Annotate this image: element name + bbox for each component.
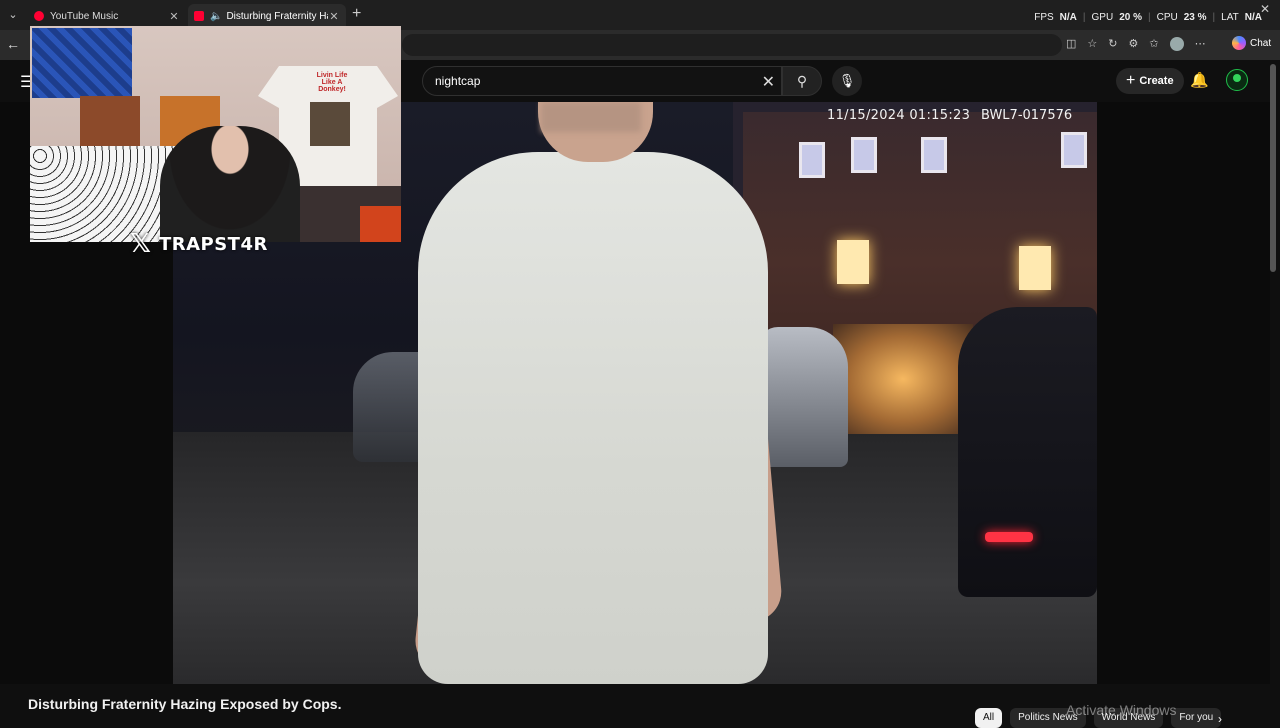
taillight bbox=[985, 532, 1033, 542]
copilot-chat-button[interactable]: Chat bbox=[1232, 36, 1271, 50]
search-box[interactable]: ✕ bbox=[422, 66, 782, 96]
video-title: Disturbing Fraternity Hazing Exposed by … bbox=[28, 696, 342, 712]
fps-label: FPS bbox=[1034, 12, 1054, 23]
extensions-icon[interactable]: ⚙ bbox=[1129, 37, 1139, 51]
divider: | bbox=[1148, 12, 1151, 23]
blurred-face bbox=[541, 102, 641, 132]
create-label: Create bbox=[1139, 75, 1174, 87]
bodycam-timestamp: 11/15/2024 01:15:23 bbox=[827, 108, 971, 123]
lat-label: LAT bbox=[1221, 12, 1239, 23]
search-button[interactable]: ⚲ bbox=[782, 66, 822, 96]
copilot-icon bbox=[1232, 36, 1246, 50]
dormer-window bbox=[851, 137, 877, 173]
search-icon: ⚲ bbox=[796, 73, 808, 89]
divider: | bbox=[1082, 12, 1086, 23]
toolbar-icons: ◫ ☆ ↻ ⚙ ✩ ⋯ bbox=[1066, 37, 1206, 51]
gpu-label: GPU bbox=[1091, 12, 1114, 23]
red-box bbox=[360, 206, 401, 242]
voice-search-button[interactable]: 🎙 bbox=[832, 66, 862, 96]
lit-porch bbox=[833, 324, 973, 434]
streamer bbox=[160, 126, 300, 242]
address-bar[interactable] bbox=[402, 34, 1062, 56]
close-tab-icon[interactable]: ✕ bbox=[328, 10, 340, 23]
back-arrow-icon[interactable]: ← bbox=[6, 36, 20, 52]
lit-window bbox=[1019, 246, 1051, 290]
tab-list-chevron-icon[interactable]: ⌄ bbox=[4, 6, 22, 24]
video-info-area: Disturbing Fraternity Hazing Exposed by … bbox=[0, 684, 1280, 728]
clear-search-icon[interactable]: ✕ bbox=[762, 72, 775, 92]
cpu-label: CPU bbox=[1156, 12, 1178, 23]
parked-car bbox=[758, 327, 848, 467]
chat-label: Chat bbox=[1250, 37, 1272, 49]
more-options-icon[interactable]: ⋯ bbox=[1195, 37, 1206, 51]
bodycam-id: BWL7-017576 bbox=[981, 108, 1073, 123]
split-screen-icon[interactable]: ◫ bbox=[1066, 37, 1076, 51]
youtube-music-favicon-icon bbox=[34, 11, 44, 21]
tab-title: YouTube Music bbox=[50, 10, 119, 22]
performance-overlay: FPS N/A | GPU 20 % | CPU 23 % | LAT N/A bbox=[1034, 12, 1262, 23]
page-scrollbar[interactable] bbox=[1270, 64, 1276, 272]
refresh-icon[interactable]: ↻ bbox=[1108, 37, 1117, 51]
tshirt-text: Livin Life Like A Donkey! bbox=[316, 72, 348, 93]
activate-windows-watermark: Activate Windows bbox=[1066, 702, 1177, 718]
chip-for-you[interactable]: For you bbox=[1171, 708, 1222, 728]
chevron-right-icon[interactable]: › bbox=[1218, 712, 1222, 726]
tshirt-print bbox=[310, 102, 350, 146]
dormer-window bbox=[921, 137, 947, 173]
new-tab-button[interactable]: + bbox=[352, 5, 361, 23]
close-tab-icon[interactable]: ✕ bbox=[168, 10, 180, 23]
chip-all[interactable]: All bbox=[975, 708, 1003, 728]
tab-youtube-music[interactable]: YouTube Music ✕ bbox=[28, 4, 186, 28]
profile-avatar-icon[interactable] bbox=[1169, 37, 1184, 51]
search-input[interactable] bbox=[435, 74, 755, 88]
notifications-bell-icon[interactable]: 🔔 bbox=[1190, 71, 1209, 89]
microphone-icon: 🎙 bbox=[838, 73, 856, 88]
speaker-icon[interactable]: 🔈 bbox=[210, 11, 222, 22]
person-white-shirt bbox=[418, 152, 768, 684]
social-handle: TRAPST4R bbox=[158, 233, 268, 255]
social-handle-badge: 𝕏 TRAPST4R bbox=[130, 229, 268, 259]
dark-suv bbox=[958, 307, 1097, 597]
channel-avatar[interactable] bbox=[1226, 69, 1248, 91]
gpu-value: 20 bbox=[1119, 12, 1131, 23]
youtube-favicon-icon bbox=[194, 11, 204, 21]
dormer-window bbox=[1061, 132, 1087, 168]
gpu-percent: % bbox=[1133, 12, 1142, 23]
x-logo-icon: 𝕏 bbox=[130, 229, 151, 259]
wall-poster bbox=[32, 28, 132, 98]
create-button[interactable]: + Create bbox=[1116, 68, 1184, 94]
fps-value: N/A bbox=[1059, 12, 1077, 23]
cpu-value: 23 bbox=[1183, 12, 1195, 23]
cpu-percent: % bbox=[1197, 12, 1207, 23]
favorite-star-icon[interactable]: ☆ bbox=[1087, 37, 1097, 51]
favorites-icon[interactable]: ✩ bbox=[1149, 37, 1158, 51]
tab-video[interactable]: 🔈 Disturbing Fraternity Hazing E ✕ bbox=[188, 4, 346, 28]
tab-title: Disturbing Fraternity Hazing E bbox=[226, 10, 328, 22]
streamer-webcam: Livin Life Like A Donkey! bbox=[30, 26, 401, 242]
window-close-icon[interactable]: ✕ bbox=[1260, 2, 1270, 16]
lit-window bbox=[837, 240, 869, 284]
plus-icon: + bbox=[1126, 72, 1136, 89]
divider: | bbox=[1212, 12, 1216, 23]
dormer-window bbox=[799, 142, 825, 178]
